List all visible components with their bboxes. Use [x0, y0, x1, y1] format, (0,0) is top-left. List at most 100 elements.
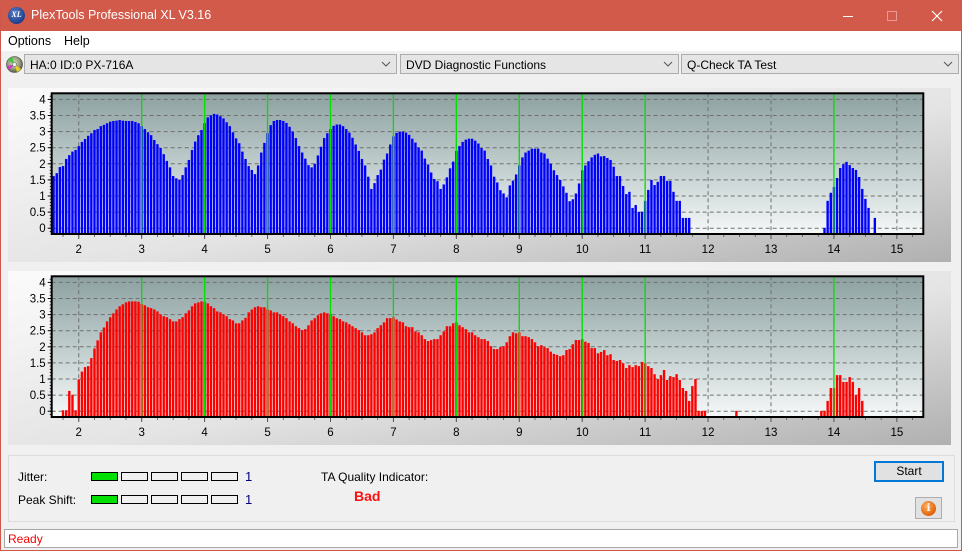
bar — [178, 319, 181, 417]
bar — [675, 200, 678, 234]
bar — [480, 148, 483, 234]
bar — [319, 146, 323, 234]
bar — [826, 400, 829, 417]
bar — [99, 126, 102, 234]
bar — [533, 342, 537, 417]
bar — [464, 329, 467, 417]
bar — [124, 302, 128, 417]
bar — [385, 153, 389, 234]
menu-help[interactable]: Help — [64, 34, 90, 48]
bar — [558, 179, 562, 234]
bar — [429, 340, 433, 417]
bar — [426, 341, 430, 417]
bar — [175, 321, 178, 417]
bar — [688, 217, 691, 234]
bar — [389, 318, 392, 417]
bar — [477, 337, 480, 417]
info-button[interactable]: i — [915, 497, 942, 519]
bar — [873, 217, 877, 234]
bar — [90, 133, 93, 234]
bar — [433, 339, 436, 417]
bar — [486, 158, 490, 234]
bar — [502, 346, 505, 417]
bar — [222, 118, 225, 234]
bar — [426, 164, 430, 234]
y-tick-label: 0.5 — [30, 390, 46, 402]
bar — [662, 369, 666, 417]
bar — [137, 301, 140, 417]
bar — [322, 312, 326, 417]
bar — [461, 327, 464, 417]
bar — [411, 138, 414, 234]
maximize-button[interactable] — [870, 0, 914, 31]
bar — [77, 146, 80, 234]
bar — [508, 336, 512, 417]
bar — [156, 144, 159, 234]
minimize-button[interactable] — [826, 0, 870, 31]
test-select-value: Q-Check TA Test — [687, 58, 777, 72]
bar — [577, 183, 581, 234]
x-tick-label: 7 — [390, 244, 396, 256]
bar — [533, 148, 537, 234]
bar — [241, 151, 244, 234]
bar — [618, 176, 622, 234]
bar — [433, 178, 436, 234]
bar — [241, 320, 244, 417]
ta-quality-label: TA Quality Indicator: — [321, 470, 429, 484]
x-tick-label: 5 — [264, 427, 270, 439]
bar — [647, 189, 650, 234]
bar — [335, 318, 338, 417]
bar — [269, 310, 272, 417]
test-select[interactable]: Q-Check TA Test — [681, 54, 959, 74]
bar — [395, 319, 398, 417]
bar — [127, 120, 131, 234]
bar — [524, 336, 527, 417]
x-tick-label: 8 — [453, 427, 459, 439]
bar — [527, 337, 530, 417]
bar — [398, 321, 401, 417]
menu-options[interactable]: Options — [8, 34, 51, 48]
function-select[interactable]: DVD Diagnostic Functions — [400, 54, 679, 74]
bar — [854, 394, 858, 417]
bar — [442, 184, 445, 234]
bar — [190, 306, 194, 417]
bar — [134, 121, 137, 234]
status-bar: Ready — [4, 529, 958, 548]
drive-select[interactable]: HA:0 ID:0 PX-716A — [24, 54, 397, 74]
bar — [615, 360, 619, 417]
close-button[interactable] — [915, 0, 959, 31]
y-tick-label: 0.5 — [30, 207, 46, 219]
bar — [206, 117, 209, 234]
bar — [867, 207, 870, 234]
bar — [395, 132, 398, 234]
bar — [857, 177, 861, 234]
bar — [341, 126, 345, 234]
bar — [367, 176, 370, 234]
bar — [848, 165, 851, 234]
start-button[interactable]: Start — [874, 461, 944, 482]
bar — [420, 150, 423, 234]
bar — [851, 168, 855, 234]
bar — [442, 331, 445, 417]
bar — [640, 211, 644, 234]
bar — [628, 191, 631, 234]
peak-shift-meter — [91, 495, 238, 504]
bar — [486, 341, 490, 417]
bar — [162, 316, 165, 417]
bar — [112, 313, 115, 417]
bar — [260, 307, 263, 417]
bar — [839, 375, 842, 417]
x-tick-label: 14 — [828, 244, 841, 256]
bar — [247, 166, 250, 234]
bar — [499, 347, 502, 417]
bar — [634, 365, 637, 417]
bar — [197, 302, 200, 417]
bar — [672, 191, 675, 234]
bar — [109, 121, 112, 234]
bar — [606, 355, 609, 417]
title-bar[interactable]: XL PlexTools Professional XL V3.16 — [0, 0, 962, 31]
bar — [231, 132, 235, 234]
x-tick-label: 7 — [390, 427, 396, 439]
x-tick-label: 8 — [453, 244, 459, 256]
bar — [552, 353, 556, 417]
